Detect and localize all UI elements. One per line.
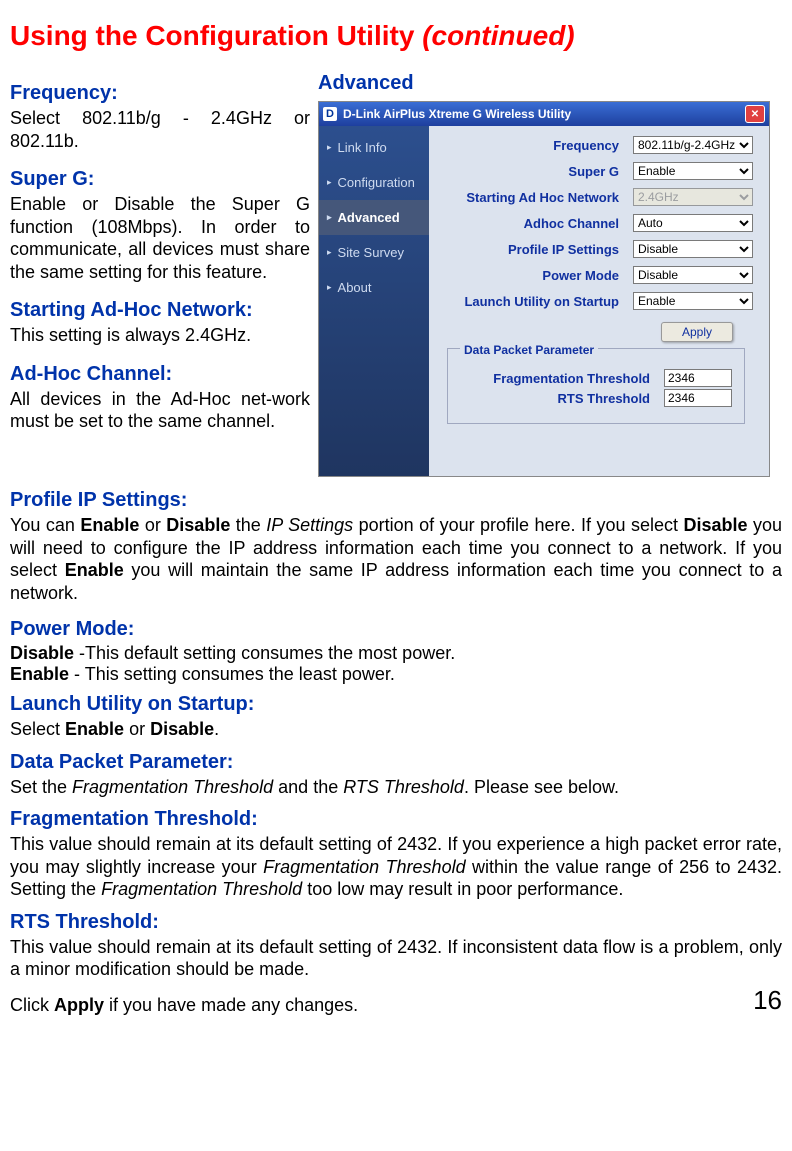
click-apply-text: Click Apply if you have made any changes… (10, 995, 358, 1016)
adhocch-body: All devices in the Ad-Hoc net-work must … (10, 388, 310, 433)
page-title-main: Using the Configuration Utility (10, 20, 422, 51)
adhocch-label: Adhoc Channel (524, 216, 619, 231)
powermode-select[interactable]: Disable (633, 266, 753, 284)
power-body-2: Enable - This setting consumes the least… (10, 664, 782, 685)
launch-select[interactable]: Enable (633, 292, 753, 310)
close-icon[interactable]: ✕ (745, 105, 765, 123)
power-heading: Power Mode: (10, 618, 782, 641)
window-title: D-Link AirPlus Xtreme G Wireless Utility (343, 107, 571, 121)
left-column: Frequency: Select 802.11b/g - 2.4GHz or … (10, 72, 318, 433)
rts-body: This value should remain at its default … (10, 936, 782, 981)
launch-heading: Launch Utility on Startup: (10, 693, 782, 716)
frag-threshold-input[interactable] (664, 369, 732, 387)
fieldset-legend: Data Packet Parameter (460, 343, 598, 357)
nav-configuration[interactable]: Configuration (319, 165, 429, 200)
frag-heading: Fragmentation Threshold: (10, 808, 782, 831)
freq-heading: Frequency: (10, 82, 310, 105)
frag-body: This value should remain at its default … (10, 833, 782, 901)
superg-heading: Super G: (10, 168, 310, 191)
utility-window: D D-Link AirPlus Xtreme G Wireless Utili… (318, 101, 770, 477)
settings-pane: Frequency 802.11b/g-2.4GHz Super G Enabl… (429, 126, 769, 476)
launch-label: Launch Utility on Startup (464, 294, 619, 309)
app-icon: D (323, 107, 337, 121)
startadhoc-select: 2.4GHz (633, 188, 753, 206)
rts-threshold-input[interactable] (664, 389, 732, 407)
nav-site-survey[interactable]: Site Survey (319, 235, 429, 270)
profileip-heading: Profile IP Settings: (10, 489, 782, 512)
frag-threshold-label: Fragmentation Threshold (493, 371, 650, 386)
powermode-label: Power Mode (542, 268, 619, 283)
advanced-label: Advanced (318, 72, 782, 95)
dpp-heading: Data Packet Parameter: (10, 751, 782, 774)
adhocnet-heading: Starting Ad-Hoc Network: (10, 299, 310, 322)
power-body-1: Disable -This default setting consumes t… (10, 643, 782, 664)
frequency-label: Frequency (553, 138, 619, 153)
superg-label: Super G (568, 164, 619, 179)
data-packet-fieldset: Data Packet Parameter Fragmentation Thre… (447, 348, 745, 424)
profileip-body: You can Enable or Disable the IP Setting… (10, 514, 782, 604)
superg-select[interactable]: Enable (633, 162, 753, 180)
nav-about[interactable]: About (319, 270, 429, 305)
sidebar: Link Info Configuration Advanced Site Su… (319, 126, 429, 476)
page-number: 16 (753, 985, 782, 1016)
nav-link-info[interactable]: Link Info (319, 130, 429, 165)
dpp-body: Set the Fragmentation Threshold and the … (10, 776, 782, 799)
adhocch-select[interactable]: Auto (633, 214, 753, 232)
nav-advanced[interactable]: Advanced (319, 200, 429, 235)
rts-threshold-label: RTS Threshold (558, 391, 650, 406)
superg-body: Enable or Disable the Super G function (… (10, 193, 310, 283)
right-column: Advanced D D-Link AirPlus Xtreme G Wirel… (318, 72, 782, 477)
adhocnet-body: This setting is always 2.4GHz. (10, 324, 310, 347)
adhocch-heading: Ad-Hoc Channel: (10, 363, 310, 386)
apply-button[interactable]: Apply (661, 322, 733, 342)
profileip-label: Profile IP Settings (508, 242, 619, 257)
frequency-select[interactable]: 802.11b/g-2.4GHz (633, 136, 753, 154)
page-title-cont: (continued) (422, 20, 574, 51)
page-title: Using the Configuration Utility (continu… (10, 20, 782, 52)
profileip-select[interactable]: Disable (633, 240, 753, 258)
freq-body: Select 802.11b/g - 2.4GHz or 802.11b. (10, 107, 310, 152)
launch-body: Select Enable or Disable. (10, 718, 782, 741)
startadhoc-label: Starting Ad Hoc Network (466, 190, 619, 205)
rts-heading: RTS Threshold: (10, 911, 782, 934)
titlebar: D D-Link AirPlus Xtreme G Wireless Utili… (319, 102, 769, 126)
